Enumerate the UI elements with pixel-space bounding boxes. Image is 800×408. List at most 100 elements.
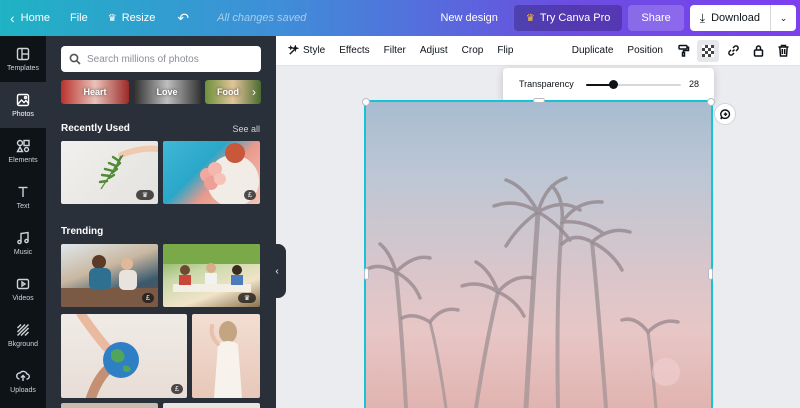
download-button[interactable]: ⤓ Download	[689, 5, 770, 31]
adjust-button[interactable]: Adjust	[413, 36, 455, 66]
position-button[interactable]: Position	[620, 36, 670, 66]
resize-handle-right[interactable]	[708, 268, 713, 280]
rail-label: Music	[13, 248, 33, 256]
transparency-value[interactable]: 28	[689, 79, 699, 89]
photo-thumbnail-picnic[interactable]: ♛	[163, 244, 260, 307]
paid-badge: £	[171, 384, 183, 394]
photo-thumbnail-partial[interactable]	[163, 403, 260, 408]
rail-item-background[interactable]: Bkground	[0, 312, 46, 358]
download-icon: ⤓	[699, 10, 706, 25]
rail-item-uploads[interactable]: Uploads	[0, 358, 46, 404]
rail-label: Elements	[8, 156, 38, 164]
carousel-next-button[interactable]: ›	[252, 80, 262, 104]
copy-style-button[interactable]	[672, 40, 694, 62]
templates-icon	[16, 47, 30, 60]
magic-style-icon	[288, 45, 299, 55]
chevron-right-icon: ›	[252, 85, 256, 99]
resize-handle-top-right[interactable]	[707, 98, 715, 106]
paid-badge: £	[244, 190, 256, 200]
transparency-popup: Transparency 28	[503, 68, 714, 102]
crown-icon: ♛	[525, 12, 535, 24]
try-canva-pro-button[interactable]: ♛ Try Canva Pro	[513, 5, 623, 31]
flip-button[interactable]: Flip	[490, 36, 520, 66]
transparency-slider[interactable]	[586, 80, 681, 89]
add-comment-button[interactable]	[714, 103, 736, 125]
category-carousel: Heart Love Food	[61, 80, 261, 104]
design-page[interactable]	[364, 100, 713, 408]
undo-button[interactable]: ↶	[165, 0, 201, 36]
rail-item-elements[interactable]: Elements	[0, 128, 46, 174]
category-heart[interactable]: Heart	[61, 80, 129, 104]
crop-button[interactable]: Crop	[455, 36, 491, 66]
photos-icon	[16, 93, 30, 106]
chevron-left-icon: ‹	[275, 265, 279, 277]
search-icon	[69, 53, 81, 65]
link-button[interactable]	[722, 40, 744, 62]
rail-item-videos[interactable]: Videos	[0, 266, 46, 312]
rail-label: Photos	[12, 110, 34, 118]
side-rail: Templates Photos Elements Text Music Vid…	[0, 36, 46, 408]
image-toolbar: Style Effects Filter Adjust Crop Flip Du…	[276, 36, 800, 66]
crown-icon: ♛	[107, 12, 117, 24]
rail-item-text[interactable]: Text	[0, 174, 46, 220]
photo-thumbnail-flowers-woman[interactable]: £	[163, 141, 260, 204]
rail-item-templates[interactable]: Templates	[0, 36, 46, 82]
music-icon	[17, 231, 29, 244]
category-love[interactable]: Love	[133, 80, 201, 104]
rail-label: Uploads	[10, 386, 36, 394]
new-design-button[interactable]: New design	[430, 0, 507, 36]
trash-icon	[778, 44, 788, 57]
rail-item-music[interactable]: Music	[0, 220, 46, 266]
photo-thumbnail-kitchen[interactable]: £	[61, 244, 158, 307]
style-button[interactable]: Style	[276, 36, 332, 66]
resize-button[interactable]: ♛ Resize	[98, 0, 166, 36]
rail-label: Templates	[7, 64, 39, 72]
paint-roller-icon	[677, 44, 689, 57]
slider-knob[interactable]	[608, 80, 618, 89]
home-button[interactable]: ‹ Home	[0, 0, 60, 36]
rail-item-photos[interactable]: Photos	[0, 82, 46, 128]
link-icon	[727, 45, 739, 56]
photo-thumbnail-palm-hand[interactable]: ♛	[61, 141, 158, 204]
resize-handle-top[interactable]	[533, 98, 545, 103]
recently-used-title: Recently Used	[61, 123, 130, 134]
trending-title: Trending	[61, 226, 104, 237]
search-box[interactable]	[61, 46, 261, 72]
videos-icon	[16, 278, 30, 289]
file-menu[interactable]: File	[60, 0, 98, 36]
resize-handle-top-left[interactable]	[362, 98, 370, 106]
hands-globe-image	[76, 314, 139, 398]
photo-thumbnail-partial[interactable]	[61, 403, 158, 408]
pro-badge: ♛	[238, 293, 256, 303]
share-button[interactable]: Share	[628, 5, 684, 31]
resize-handle-left[interactable]	[364, 268, 369, 280]
paid-badge: £	[142, 293, 154, 303]
transparency-button[interactable]	[697, 39, 719, 62]
photo-thumbnail-woman-back[interactable]	[192, 314, 260, 398]
undo-icon: ↶	[177, 9, 190, 26]
elements-icon	[16, 139, 30, 152]
palm-trees-photo	[366, 102, 711, 408]
home-label: Home	[20, 12, 51, 24]
photos-panel: Heart Love Food › Recently Used See all …	[46, 36, 276, 408]
lock-button[interactable]	[747, 40, 769, 62]
lock-icon	[753, 45, 763, 57]
top-bar: ‹ Home File ♛ Resize ↶ All changes saved…	[0, 0, 800, 36]
search-input[interactable]	[87, 53, 257, 65]
download-label: Download	[711, 12, 760, 24]
save-status: All changes saved	[217, 12, 307, 24]
chevron-down-icon: ⌄	[779, 12, 788, 23]
collapse-panel-button[interactable]: ‹	[268, 244, 286, 298]
download-options-button[interactable]: ⌄	[770, 5, 796, 31]
pro-badge: ♛	[136, 190, 154, 200]
delete-button[interactable]	[772, 40, 794, 62]
filter-button[interactable]: Filter	[377, 36, 413, 66]
text-icon	[18, 186, 28, 197]
effects-button[interactable]: Effects	[332, 36, 376, 66]
woman-pink-wall-image	[209, 321, 242, 398]
transparency-label: Transparency	[519, 79, 574, 89]
style-label: Style	[303, 45, 326, 56]
duplicate-button[interactable]: Duplicate	[565, 36, 621, 66]
see-all-link[interactable]: See all	[232, 124, 260, 134]
photo-thumbnail-globe[interactable]: £	[61, 314, 187, 398]
